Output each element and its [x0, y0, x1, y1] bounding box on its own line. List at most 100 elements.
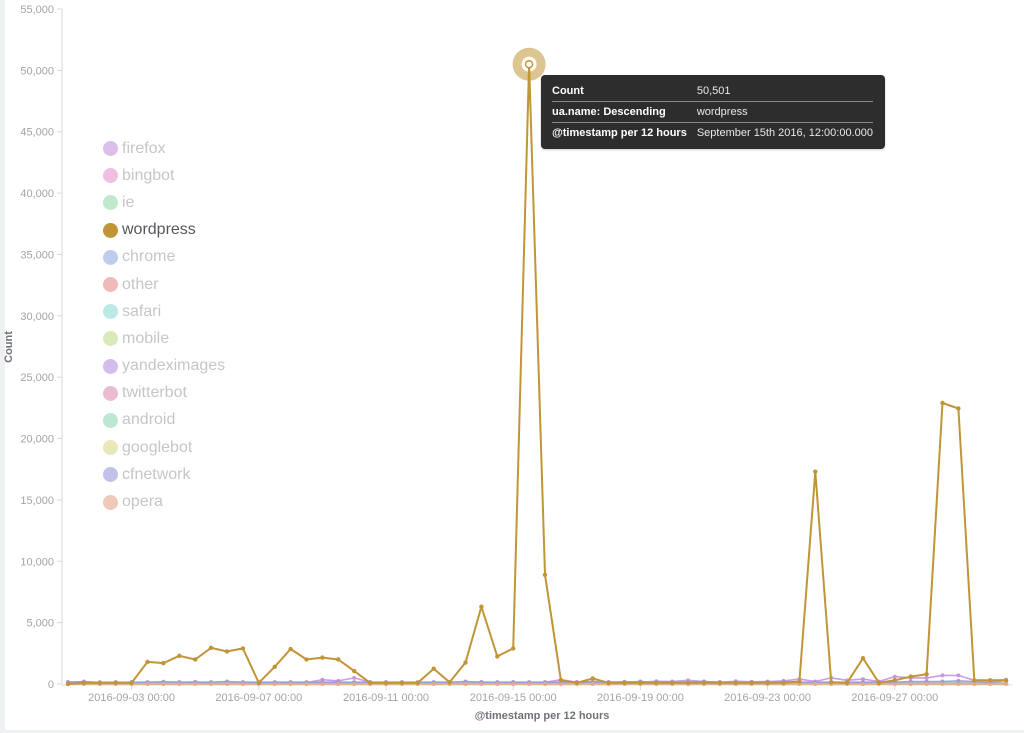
data-point-wordpress: [113, 680, 118, 685]
data-point-wordpress: [399, 680, 405, 685]
y-tick-label: 15,000: [20, 495, 54, 507]
legend-label: android: [122, 411, 176, 429]
tooltip-row-term: ua.name: Descending wordpress: [552, 101, 873, 123]
legend-item-googlebot[interactable]: googlebot: [103, 434, 225, 461]
legend-item-yandeximages[interactable]: yandeximages: [103, 353, 225, 380]
data-point-opera: [431, 681, 436, 686]
data-point-wordpress: [1003, 678, 1009, 683]
data-point-wordpress: [940, 400, 945, 406]
data-point-wordpress: [924, 671, 929, 677]
x-axis: 2016-09-03 00:00 2016-09-07 00:00 2016-09-…: [62, 684, 1012, 704]
data-point-wordpress: [638, 680, 643, 685]
data-point-wordpress: [876, 680, 882, 685]
legend-color-dot-icon: [103, 222, 118, 238]
data-point-firefox: [892, 674, 897, 679]
data-point-wordpress: [956, 406, 961, 411]
legend-item-wordpress[interactable]: wordpress: [103, 217, 225, 244]
legend: firefox bingbot ie wordpress chrome other safa…: [103, 135, 225, 516]
y-tick-label: 5,000: [26, 618, 54, 630]
data-point-wordpress: [240, 646, 246, 651]
legend-item-android[interactable]: android: [103, 407, 225, 434]
legend-color-dot-icon: [103, 358, 118, 374]
legend-item-chrome[interactable]: chrome: [103, 244, 225, 271]
legend-label: cfnetwork: [122, 465, 191, 483]
legend-item-twitterbot[interactable]: twitterbot: [103, 380, 225, 407]
legend-label: other: [122, 275, 159, 293]
chart-panel: 0 5,000 10,000 15,000 20,000 25,000 30,000 35,0…: [0, 0, 1024, 733]
data-point-wordpress: [988, 678, 993, 683]
y-tick-label: 20,000: [20, 434, 54, 446]
x-tick-label: 2016-09-23 00:00: [724, 692, 811, 704]
legend-color-dot-icon: [103, 467, 118, 483]
y-tick-label: 40,000: [20, 188, 54, 200]
legend-item-mobile[interactable]: mobile: [103, 325, 225, 352]
data-point-opera: [288, 681, 293, 686]
data-point-opera: [813, 681, 818, 686]
data-point-opera: [908, 681, 913, 686]
data-point-wordpress: [224, 649, 230, 654]
data-point-wordpress: [431, 666, 436, 671]
legend-color-dot-icon: [103, 168, 118, 184]
legend-label: googlebot: [122, 438, 193, 456]
legend-color-dot-icon: [103, 277, 118, 293]
legend-color-dot-icon: [103, 195, 118, 211]
x-tick-label: 2016-09-03 00:00: [88, 692, 175, 704]
data-point-wordpress: [765, 680, 770, 685]
legend-label: twitterbot: [122, 384, 187, 402]
legend-item-bingbot[interactable]: bingbot: [103, 162, 225, 189]
data-point-wordpress: [447, 679, 452, 685]
data-point-wordpress: [336, 657, 341, 662]
data-point-firefox: [352, 675, 357, 680]
legend-color-dot-icon: [103, 494, 118, 510]
x-tick-label: 2016-09-27 00:00: [851, 692, 938, 704]
data-point-wordpress: [304, 657, 309, 662]
data-point-wordpress: [717, 680, 723, 685]
data-point-opera: [209, 681, 214, 686]
data-point-wordpress: [860, 656, 866, 661]
legend-item-other[interactable]: other: [103, 271, 225, 298]
y-tick-label: 55,000: [20, 4, 54, 16]
legend-label: yandeximages: [122, 357, 226, 375]
data-point-firefox: [924, 675, 929, 680]
data-point-wordpress: [685, 680, 691, 685]
data-point-opera: [352, 681, 357, 686]
hover-point: [524, 59, 534, 69]
legend-label: wordpress: [122, 221, 196, 239]
legend-color-dot-icon: [103, 412, 118, 428]
x-axis-title: @timestamp per 12 hours: [475, 710, 610, 722]
data-point-wordpress: [193, 657, 198, 662]
data-point-opera: [543, 681, 547, 686]
data-point-firefox: [956, 673, 961, 678]
data-point-opera: [495, 681, 500, 686]
data-point-opera: [304, 681, 309, 686]
data-point-wordpress: [97, 680, 103, 685]
data-point-wordpress: [606, 680, 611, 685]
data-point-wordpress: [574, 680, 579, 685]
data-point-wordpress: [908, 674, 913, 679]
legend-label: mobile: [122, 329, 170, 347]
data-point-opera: [240, 681, 245, 686]
y-tick-label: 25,000: [20, 372, 54, 384]
legend-item-opera[interactable]: opera: [103, 488, 225, 515]
data-point-wordpress: [813, 469, 818, 474]
legend-label: ie: [122, 193, 135, 211]
tooltip-row-timestamp: @timestamp per 12 hours September 15th 2…: [552, 122, 873, 143]
legend-item-ie[interactable]: ie: [103, 189, 225, 216]
legend-color-dot-icon: [103, 331, 118, 347]
y-tick-label: 45,000: [20, 127, 54, 139]
legend-color-dot-icon: [103, 304, 118, 320]
data-point-wordpress: [161, 660, 166, 666]
data-point-wordpress: [129, 680, 134, 685]
data-point-wordpress: [558, 678, 564, 683]
tooltip-key: @timestamp per 12 hours: [552, 122, 697, 143]
legend-item-firefox[interactable]: firefox: [103, 135, 225, 162]
legend-label: firefox: [122, 139, 166, 157]
legend-item-cfnetwork[interactable]: cfnetwork: [103, 461, 225, 488]
y-tick-label: 35,000: [20, 249, 54, 261]
data-point-opera: [511, 681, 516, 686]
data-point-wordpress: [781, 680, 786, 685]
x-tick-label: 2016-09-11 00:00: [343, 692, 429, 704]
legend-item-safari[interactable]: safari: [103, 298, 225, 325]
data-point-wordpress: [844, 680, 850, 685]
data-point-wordpress: [749, 680, 754, 685]
